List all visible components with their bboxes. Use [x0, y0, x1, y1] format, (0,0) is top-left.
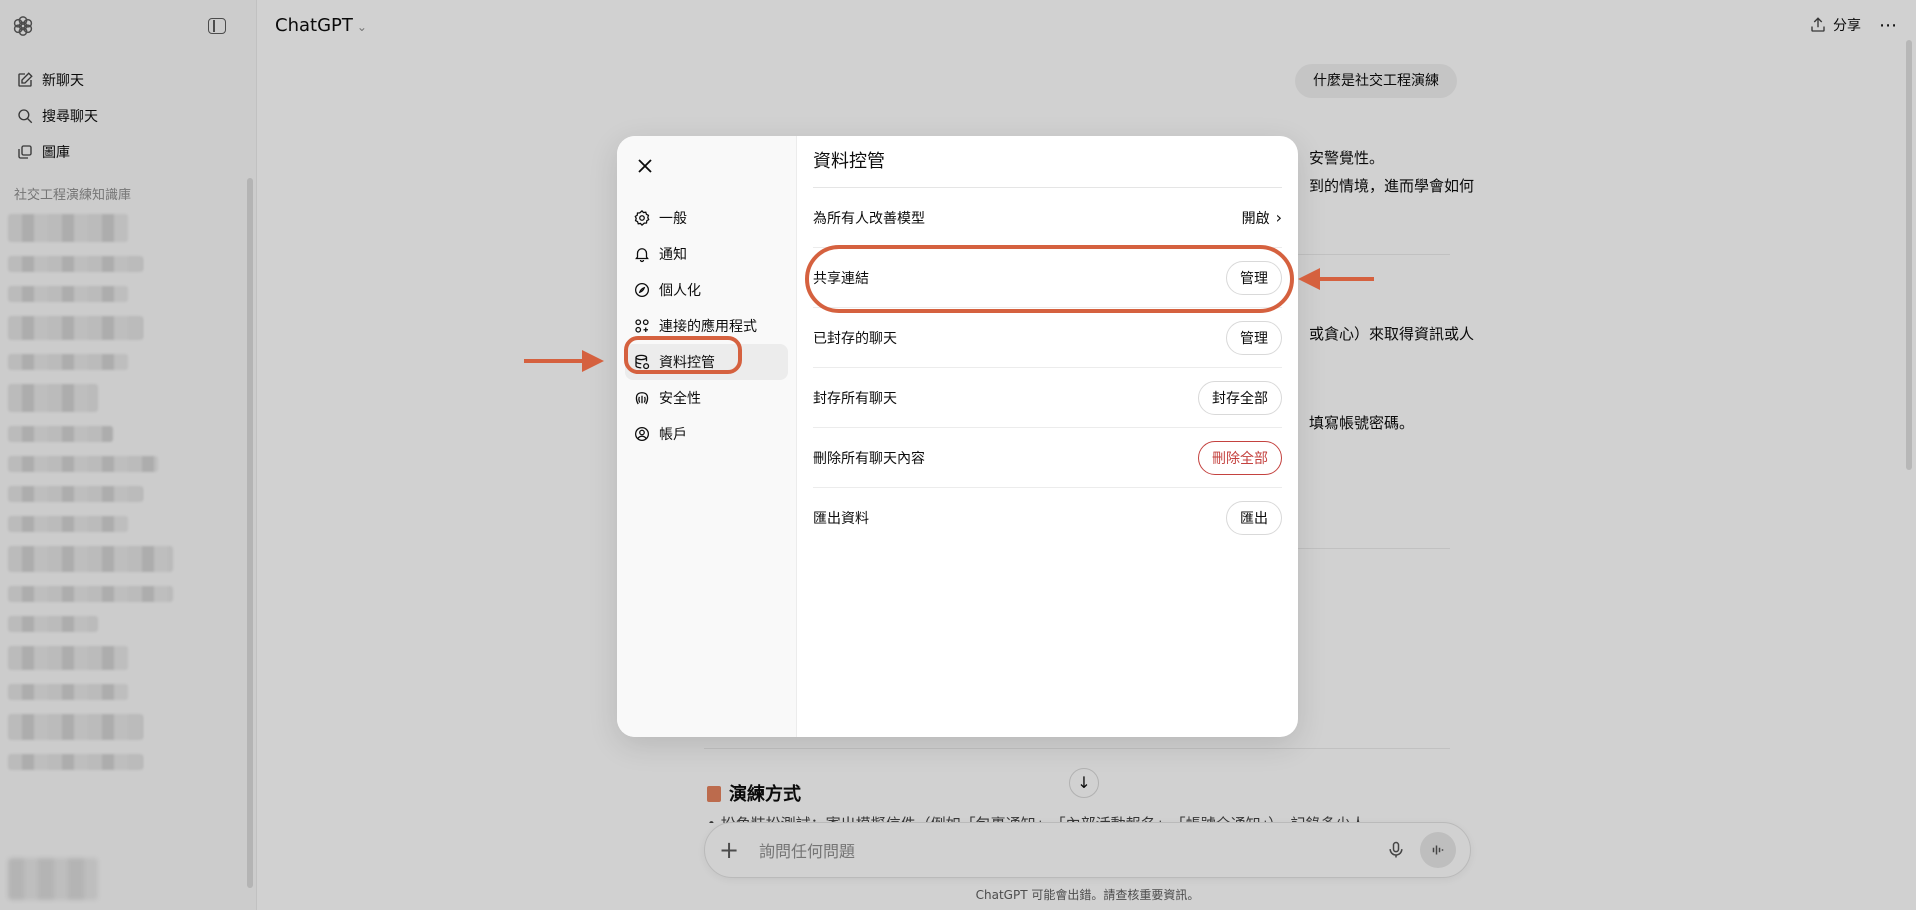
settings-tab-account[interactable]: 帳戶 [625, 416, 788, 452]
setting-archived-chats: 已封存的聊天 管理 [813, 308, 1282, 368]
annotation-arrow-right [524, 350, 604, 372]
gear-icon [634, 209, 650, 227]
delete-all-button[interactable]: 刪除全部 [1198, 440, 1282, 475]
export-data-button[interactable]: 匯出 [1226, 501, 1282, 535]
settings-tab-label: 連接的應用程式 [659, 319, 757, 335]
settings-title: 資料控管 [813, 136, 1282, 188]
apps-icon [635, 319, 649, 333]
improve-model-value: 開啟 [1241, 210, 1270, 227]
setting-label: 封存所有聊天 [813, 390, 897, 407]
settings-content: 資料控管 為所有人改善模型 開啟 › 共享連結 管理 已封存的聊天 管理 封存所… [797, 136, 1298, 737]
settings-modal: 一般 通知 個人化 連接的應用程式 資料控管 安全性 帳戶 資料控管 為所有人改… [617, 136, 1298, 737]
setting-export-data: 匯出資料 匯出 [813, 488, 1282, 548]
settings-tab-general[interactable]: 一般 [625, 200, 788, 236]
settings-tab-security[interactable]: 安全性 [625, 380, 788, 416]
setting-label: 已封存的聊天 [813, 330, 897, 347]
shield-icon [635, 392, 649, 405]
close-button[interactable] [627, 148, 663, 184]
annotation-highlight-shared-links [805, 245, 1294, 313]
close-icon [638, 159, 652, 173]
personalization-icon [634, 282, 650, 298]
settings-tab-personalization[interactable]: 個人化 [625, 272, 788, 308]
setting-delete-all: 刪除所有聊天內容 刪除全部 [813, 428, 1282, 488]
settings-tab-label: 一般 [659, 211, 687, 227]
annotation-arrow-left [1298, 268, 1374, 290]
settings-tab-label: 安全性 [659, 391, 701, 407]
settings-tab-label: 通知 [659, 247, 687, 263]
setting-label: 刪除所有聊天內容 [813, 450, 925, 467]
setting-label: 為所有人改善模型 [813, 210, 925, 227]
settings-tab-notifications[interactable]: 通知 [625, 236, 788, 272]
setting-label: 匯出資料 [813, 511, 869, 527]
improve-model-toggle[interactable]: 開啟 › [1242, 208, 1282, 228]
chevron-right-icon: › [1275, 208, 1282, 227]
settings-tab-label: 個人化 [659, 283, 701, 299]
settings-tab-label: 帳戶 [659, 427, 687, 443]
archive-all-button[interactable]: 封存全部 [1198, 380, 1282, 415]
settings-nav: 一般 通知 個人化 連接的應用程式 資料控管 安全性 帳戶 [617, 136, 797, 737]
annotation-highlight-data-controls [624, 336, 742, 374]
account-icon [634, 426, 650, 442]
setting-improve-model: 為所有人改善模型 開啟 › [813, 188, 1282, 248]
manage-archived-chats-button[interactable]: 管理 [1226, 320, 1282, 355]
bell-icon [635, 248, 649, 263]
setting-archive-all: 封存所有聊天 封存全部 [813, 368, 1282, 428]
